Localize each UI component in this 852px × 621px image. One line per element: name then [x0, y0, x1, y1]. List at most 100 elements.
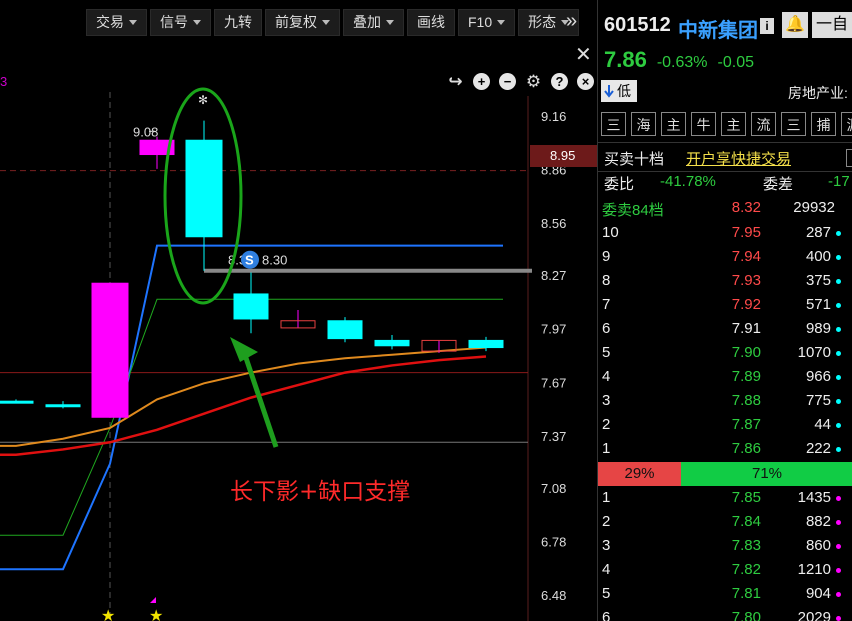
ask-row[interactable]: 8 7.93 375 — [598, 269, 852, 293]
bid-level: 3 — [602, 537, 611, 554]
y-tick-label: 6.78 — [541, 534, 566, 549]
last-price: 7.86 — [604, 47, 647, 72]
current-price-tag: 8.95 — [530, 145, 597, 167]
ask-change-dot — [836, 327, 841, 332]
bid-row[interactable]: 5 7.81 904 — [598, 582, 852, 606]
ask-row[interactable]: 3 7.88 775 — [598, 389, 852, 413]
concept-tag-0[interactable]: 三 — [601, 112, 626, 136]
bid-row[interactable]: 3 7.83 860 — [598, 534, 852, 558]
y-tick-label: 9.16 — [541, 109, 566, 124]
ask-row[interactable]: 4 7.89 966 — [598, 365, 852, 389]
bid-volume: 904 — [805, 585, 831, 602]
toolbar-button-6[interactable]: F10 — [458, 9, 516, 36]
chart-icon-bar: ↪ + − ⚙ ? × — [447, 73, 594, 90]
info-icon[interactable]: i — [760, 18, 774, 34]
caret-down-icon — [386, 20, 394, 25]
caret-down-icon — [129, 20, 137, 25]
ask-row[interactable]: 9 7.94 400 — [598, 245, 852, 269]
ask-volume: 287 — [805, 224, 831, 241]
bid-row[interactable]: 2 7.84 882 — [598, 510, 852, 534]
bell-icon[interactable]: 🔔 — [782, 12, 808, 38]
ask-row[interactable]: 5 7.90 1070 — [598, 341, 852, 365]
toolbar-button-3[interactable]: 前复权 — [265, 9, 340, 36]
zoom-in-icon[interactable]: + — [473, 73, 490, 90]
more-icon[interactable]: » — [566, 10, 577, 33]
share-icon[interactable]: ↪ — [447, 73, 464, 90]
ask-row[interactable]: 7 7.92 571 — [598, 293, 852, 317]
ask-price: 7.88 — [731, 392, 761, 409]
toolbar-button-0[interactable]: 交易 — [86, 9, 147, 36]
asterisk-marker: ✻ — [198, 93, 208, 107]
concept-tag-2[interactable]: 主 — [661, 112, 686, 136]
wei-bi-value: -41.78% — [660, 173, 716, 190]
ask-row[interactable]: 1 7.86 222 — [598, 437, 852, 461]
concept-tag-1[interactable]: 海 — [631, 112, 656, 136]
concept-tag-6[interactable]: 三 — [781, 112, 806, 136]
candle-body — [468, 339, 504, 349]
bid-volume: 1210 — [797, 561, 831, 578]
ask-row[interactable]: 2 7.87 44 — [598, 413, 852, 437]
ask-change-dot — [836, 375, 841, 380]
bid-volume: 860 — [805, 537, 831, 554]
toolbar-button-label: 前复权 — [275, 14, 317, 30]
ask-volume: 400 — [805, 248, 831, 265]
ask-change-dot — [836, 255, 841, 260]
bid-change-dot — [836, 568, 841, 573]
candle-body — [45, 404, 81, 408]
bid-level: 2 — [602, 513, 611, 530]
bid-row[interactable]: 1 7.85 1435 — [598, 486, 852, 510]
open-account-link[interactable]: 开户享快捷交易 — [686, 148, 791, 169]
bid-change-dot — [836, 520, 841, 525]
help-icon[interactable]: ? — [551, 73, 568, 90]
toolbar-button-1[interactable]: 信号 — [150, 9, 211, 36]
ask-price: 7.95 — [731, 224, 761, 241]
ask-84-label: 委卖84档 — [602, 202, 664, 219]
change-value: -0.05 — [717, 54, 754, 71]
concept-tag-5[interactable]: 流 — [751, 112, 776, 136]
bid-change-dot — [836, 496, 841, 501]
ask-price: 7.89 — [731, 368, 761, 385]
annotation-text: 长下影+缺口支撑 — [230, 479, 411, 505]
candle-body — [185, 139, 223, 238]
bid-row[interactable]: 6 7.80 2029 — [598, 606, 852, 621]
bid-row[interactable]: 4 7.82 1210 — [598, 558, 852, 582]
toolbar-button-4[interactable]: 叠加 — [343, 9, 404, 36]
ask-row[interactable]: 10 7.95 287 — [598, 221, 852, 245]
sell-ratio: 29% — [598, 462, 681, 486]
wei-cha-value: -17 — [828, 173, 850, 190]
bid-change-dot — [836, 592, 841, 597]
kline-chart[interactable]: 9.168.868.568.277.977.677.377.086.786.48… — [0, 0, 597, 621]
orderbook-title[interactable]: 买卖十档 — [604, 148, 664, 169]
zoom-out-icon[interactable]: − — [499, 73, 516, 90]
concept-tag-3[interactable]: 牛 — [691, 112, 716, 136]
y-tick-label: 8.56 — [541, 216, 566, 231]
concept-tag-8[interactable]: 涯 — [841, 112, 852, 136]
toolbar-button-label: 叠加 — [353, 14, 381, 30]
settings-icon[interactable]: ⚙ — [525, 73, 542, 90]
small-triangle-marker — [150, 597, 156, 603]
chart-close-icon[interactable]: × — [577, 73, 594, 90]
industry-label[interactable]: 房地产业: — [788, 83, 848, 103]
ask-level: 3 — [602, 392, 611, 409]
concept-tag-4[interactable]: 主 — [721, 112, 746, 136]
quote-header: 601512 中新集团 i 🔔 一自 — [598, 0, 852, 44]
toolbar-button-5[interactable]: 画线 — [407, 9, 455, 36]
candle-body — [91, 282, 129, 418]
bid-price: 7.82 — [731, 561, 761, 578]
stock-name[interactable]: 中新集团 — [678, 14, 758, 43]
ask-row[interactable]: 6 7.91 989 — [598, 317, 852, 341]
ask-level: 6 — [602, 320, 611, 337]
toolbar-button-label: 画线 — [417, 14, 445, 30]
toolbar-button-2[interactable]: 九转 — [214, 9, 262, 36]
bid-level: 1 — [602, 489, 611, 506]
close-icon[interactable]: ✕ — [575, 42, 592, 67]
add-watchlist-button[interactable]: 一自 — [812, 12, 852, 38]
ask-volume: 966 — [805, 368, 831, 385]
concept-tag-7[interactable]: 捕 — [811, 112, 836, 136]
kline-chart-area[interactable]: 9.16 8.86 8.56 8.27 7.97 7.67 7.37 7.08 6.78 6.48… — [0, 0, 597, 621]
expand-icon[interactable] — [846, 149, 852, 167]
ask-84-row[interactable]: 委卖84档 8.32 29932 — [598, 196, 852, 220]
ask-change-dot — [836, 399, 841, 404]
low-valuation-badge[interactable]: 低 — [601, 80, 637, 102]
bid-change-dot — [836, 616, 841, 621]
